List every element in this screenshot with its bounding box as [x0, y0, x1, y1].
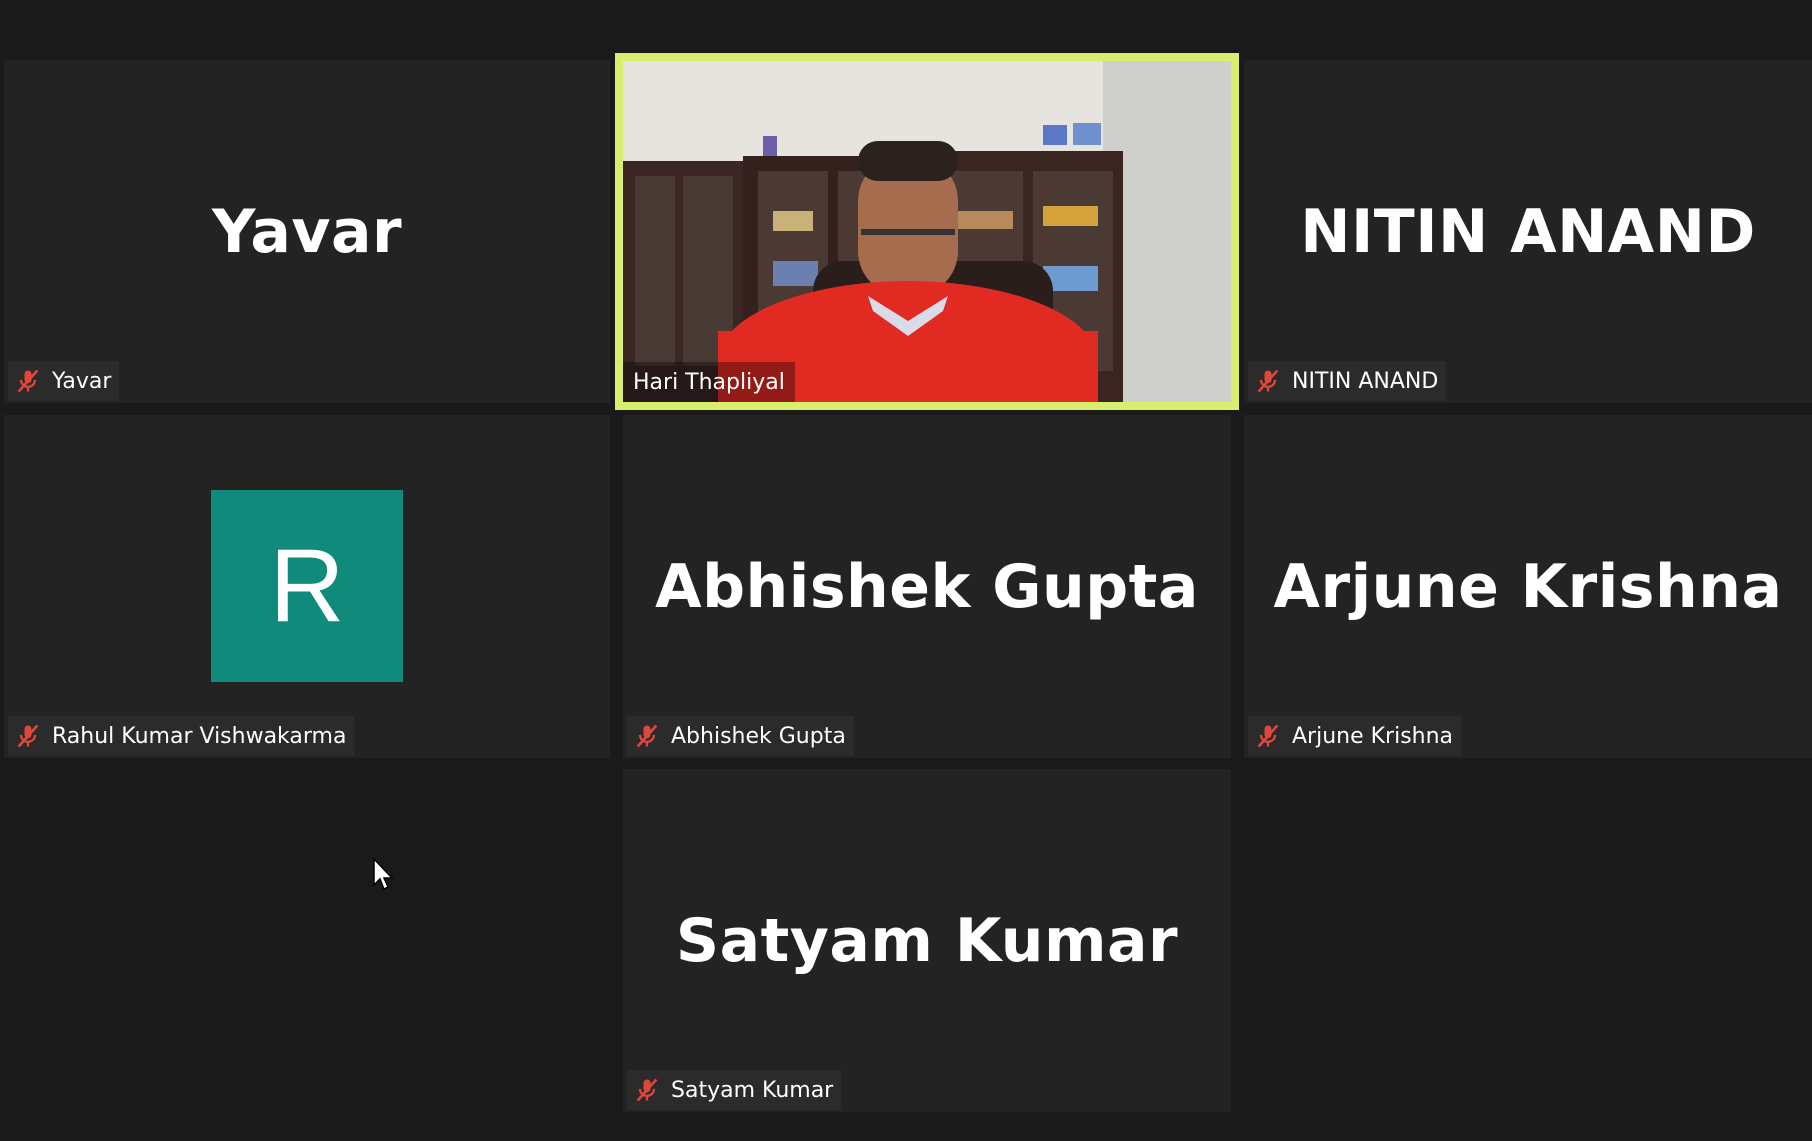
- participant-tile-hari-thapliyal[interactable]: Hari Thapliyal: [615, 53, 1239, 410]
- avatar: R: [211, 490, 403, 682]
- participant-tile-arjune-krishna[interactable]: Arjune Krishna Arjune Krishna: [1244, 415, 1812, 758]
- participant-tile-yavar[interactable]: Yavar Yavar: [4, 60, 610, 403]
- muted-microphone-icon: [636, 724, 658, 748]
- participant-label: Arjune Krishna: [1292, 723, 1454, 749]
- muted-microphone-icon: [17, 724, 39, 748]
- participant-nameplate: Yavar: [8, 361, 120, 401]
- muted-microphone-icon: [1257, 724, 1279, 748]
- participant-nameplate: Arjune Krishna: [1248, 716, 1462, 756]
- participant-label: NITIN ANAND: [1292, 368, 1439, 394]
- muted-microphone-icon: [17, 369, 39, 393]
- mouse-pointer-icon: [373, 857, 394, 891]
- participant-nameplate: Rahul Kumar Vishwakarma: [8, 716, 355, 756]
- participant-nameplate: Satyam Kumar: [627, 1070, 842, 1110]
- muted-microphone-icon: [636, 1078, 658, 1102]
- participant-video-feed: [623, 61, 1231, 402]
- participant-nameplate: Abhishek Gupta: [627, 716, 854, 756]
- participant-tile-rahul-kumar-vishwakarma[interactable]: R Rahul Kumar Vishwakarma: [4, 415, 610, 758]
- participant-display-name: Arjune Krishna: [1273, 551, 1783, 622]
- participant-display-name: Yavar: [211, 196, 403, 267]
- participant-tile-abhishek-gupta[interactable]: Abhishek Gupta Abhishek Gupta: [623, 415, 1231, 758]
- participant-tile-nitin-anand[interactable]: NITIN ANAND NITIN ANAND: [1244, 60, 1812, 403]
- muted-microphone-icon: [1257, 369, 1279, 393]
- participant-label: Rahul Kumar Vishwakarma: [52, 723, 347, 749]
- participant-label: Satyam Kumar: [671, 1077, 834, 1103]
- participant-nameplate: NITIN ANAND: [1248, 361, 1447, 401]
- participant-display-name: NITIN ANAND: [1300, 196, 1756, 267]
- meeting-gallery-view: Yavar Yavar Hari Thapliyal NITIN ANAND N…: [0, 0, 1812, 1141]
- participant-display-name: Abhishek Gupta: [655, 551, 1199, 622]
- participant-tile-satyam-kumar[interactable]: Satyam Kumar Satyam Kumar: [623, 769, 1231, 1112]
- participant-nameplate: Hari Thapliyal: [623, 362, 795, 402]
- participant-label: Yavar: [52, 368, 112, 394]
- participant-label: Hari Thapliyal: [633, 369, 785, 395]
- participant-display-name: Satyam Kumar: [675, 905, 1179, 976]
- participant-label: Abhishek Gupta: [671, 723, 846, 749]
